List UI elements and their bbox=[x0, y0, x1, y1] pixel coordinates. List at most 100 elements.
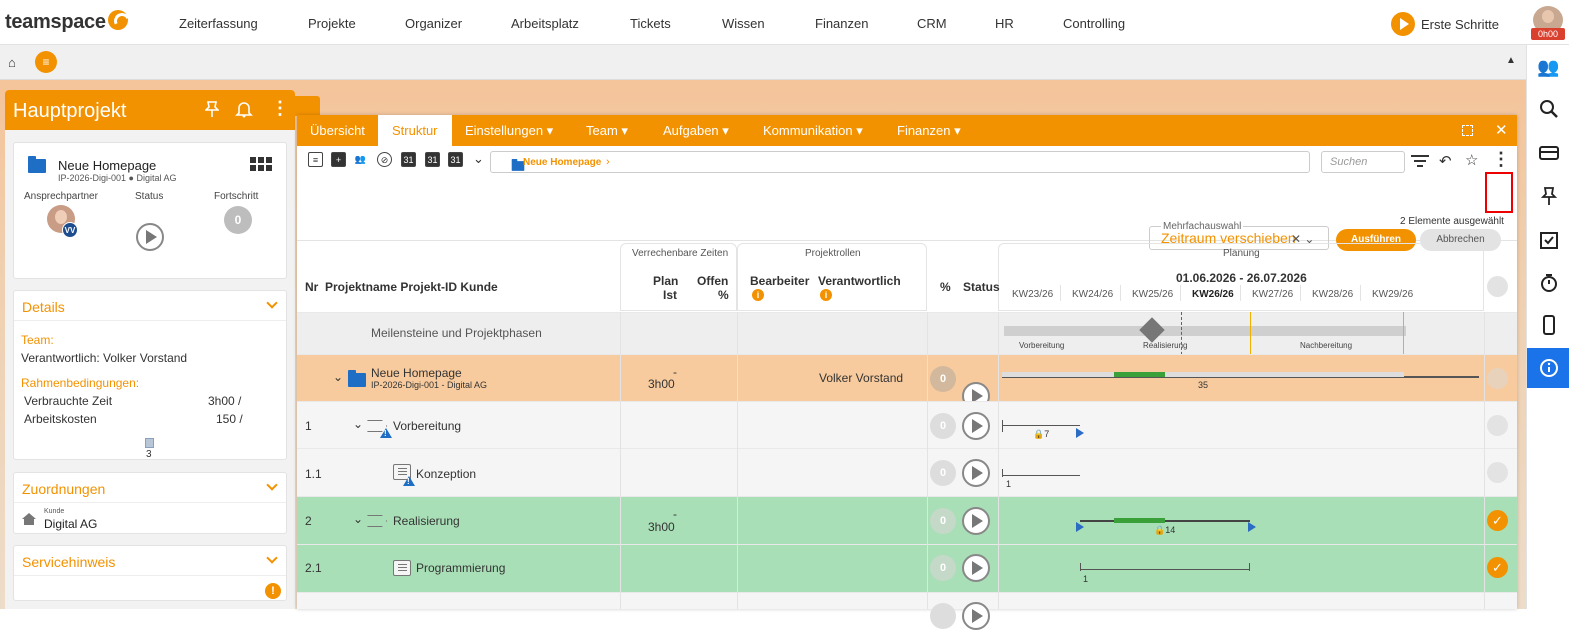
search-input[interactable]: Suchen bbox=[1321, 151, 1405, 173]
row-checked[interactable]: ✓ bbox=[1487, 557, 1508, 578]
close-icon[interactable]: ✕ bbox=[1495, 121, 1508, 139]
table-row-realisierung[interactable]: 2 ⌄ Realisierung - 3h00 0 🔒14 ✓ bbox=[297, 496, 1517, 544]
task-check-icon[interactable] bbox=[1527, 220, 1569, 260]
alert-icon[interactable]: ! bbox=[265, 583, 281, 599]
col-offen[interactable]: Offen bbox=[697, 274, 728, 288]
gantt-project-bar[interactable] bbox=[1002, 372, 1404, 377]
row-select[interactable] bbox=[1487, 462, 1508, 483]
calendar-week-icon[interactable]: 31 bbox=[425, 152, 440, 167]
tab-struktur[interactable]: Struktur bbox=[378, 115, 452, 146]
row-name[interactable]: Neue Homepage bbox=[371, 366, 462, 380]
select-all-toggle[interactable] bbox=[1487, 276, 1508, 297]
nav-tickets[interactable]: Tickets bbox=[630, 16, 671, 31]
more-vertical-icon[interactable]: ⋮ bbox=[1492, 149, 1510, 170]
star-icon[interactable]: ☆ bbox=[1465, 151, 1478, 169]
chevron-down-icon[interactable] bbox=[266, 479, 278, 491]
row-select[interactable] bbox=[1487, 415, 1508, 436]
more-vertical-icon[interactable]: ⋮ bbox=[271, 98, 289, 119]
home-icon[interactable]: ⌂ bbox=[8, 55, 16, 70]
chevron-down-icon[interactable]: ⌄ bbox=[473, 151, 484, 167]
col-nr[interactable]: Nr bbox=[305, 280, 318, 294]
info-icon[interactable] bbox=[1527, 348, 1569, 388]
hide-icon[interactable]: ⊘ bbox=[377, 152, 392, 167]
status-play-button[interactable] bbox=[136, 223, 164, 251]
stopwatch-icon[interactable] bbox=[1527, 263, 1569, 303]
pin-icon[interactable] bbox=[1527, 176, 1569, 216]
col-projectname[interactable]: Projektname Projekt-ID Kunde bbox=[325, 280, 498, 294]
teamspace-logo[interactable]: teamspace bbox=[5, 10, 128, 34]
row-status-play[interactable] bbox=[962, 554, 990, 582]
row-status-play[interactable] bbox=[962, 602, 990, 630]
table-row-programmierung[interactable]: 2.1 Programmierung 0 1 ✓ bbox=[297, 544, 1517, 592]
nav-organizer[interactable]: Organizer bbox=[405, 16, 462, 31]
row-checked[interactable]: ✓ bbox=[1487, 510, 1508, 531]
filter-icon[interactable] bbox=[1411, 154, 1429, 171]
row-name[interactable]: Realisierung bbox=[393, 514, 460, 528]
table-row-project[interactable]: ⌄ Neue Homepage IP-2026-Digi-001 - Digit… bbox=[297, 354, 1517, 410]
fullscreen-icon[interactable] bbox=[1462, 125, 1473, 136]
col-bearbeiter[interactable]: Bearbeiter bbox=[750, 274, 809, 288]
nav-projekte[interactable]: Projekte bbox=[308, 16, 356, 31]
details-header[interactable]: Details bbox=[14, 291, 286, 321]
nav-zeiterfassung[interactable]: Zeiterfassung bbox=[179, 16, 258, 31]
col-verantwortlich[interactable]: Verantwortlich bbox=[818, 274, 901, 288]
row-name[interactable]: Programmierung bbox=[416, 561, 505, 575]
kunde-value[interactable]: Digital AG bbox=[44, 517, 97, 531]
row-select[interactable] bbox=[1487, 368, 1508, 389]
erste-schritte-button[interactable]: Erste Schritte bbox=[1391, 12, 1499, 36]
row-status-play[interactable] bbox=[962, 459, 990, 487]
nav-arbeitsplatz[interactable]: Arbeitsplatz bbox=[511, 16, 579, 31]
project-name[interactable]: Neue Homepage bbox=[58, 158, 156, 173]
inbox-icon[interactable] bbox=[1527, 132, 1569, 172]
collapse-up-icon[interactable]: ▲ bbox=[1506, 55, 1516, 66]
calendar-icon[interactable]: 31 bbox=[401, 152, 416, 167]
calendar-move-icon[interactable]: 31 bbox=[448, 152, 463, 167]
table-row-vorbereitung[interactable]: 1 ⌄ Vorbereitung 0 🔒7 bbox=[297, 401, 1517, 448]
add-subitem-icon[interactable]: + bbox=[331, 152, 346, 167]
tab-team[interactable]: Team ▾ bbox=[586, 123, 628, 139]
zuordnungen-header[interactable]: Zuordnungen bbox=[14, 473, 286, 503]
row-status-play[interactable] bbox=[962, 507, 990, 535]
warning-icon[interactable] bbox=[380, 428, 392, 438]
chevron-down-icon[interactable]: ⌄ bbox=[333, 370, 343, 384]
grid-view-icon[interactable] bbox=[250, 157, 272, 174]
nav-crm[interactable]: CRM bbox=[917, 16, 947, 31]
undo-icon[interactable]: ↶ bbox=[1439, 152, 1452, 170]
row-status-play[interactable] bbox=[962, 412, 990, 440]
chevron-down-icon[interactable]: ⌄ bbox=[353, 512, 363, 526]
breadcrumb[interactable]: Neue Homepage › bbox=[490, 151, 1310, 173]
phase-bar-realisierung[interactable] bbox=[1084, 326, 1254, 336]
tab-aufgaben[interactable]: Aufgaben ▾ bbox=[663, 123, 729, 139]
nav-finanzen[interactable]: Finanzen bbox=[815, 16, 868, 31]
mobile-phone-icon[interactable] bbox=[1527, 305, 1569, 345]
phase-bar-nachbereitung[interactable] bbox=[1254, 326, 1406, 336]
team-assign-icon[interactable]: 👥 bbox=[353, 152, 368, 167]
col-plan[interactable]: Plan bbox=[653, 274, 678, 288]
tab-kommunikation[interactable]: Kommunikation ▾ bbox=[763, 123, 863, 139]
document-icon[interactable] bbox=[145, 438, 154, 448]
chevron-down-icon[interactable]: ⌄ bbox=[353, 417, 363, 431]
row-name[interactable]: Vorbereitung bbox=[393, 419, 461, 433]
list-view-icon[interactable]: ≡ bbox=[308, 152, 323, 167]
tab-einstellungen[interactable]: Einstellungen ▾ bbox=[465, 123, 553, 139]
breadcrumb-project[interactable]: Neue Homepage bbox=[523, 157, 601, 168]
table-row-konzeption[interactable]: 1.1 Konzeption 0 1 bbox=[297, 448, 1517, 496]
chevron-down-icon[interactable] bbox=[266, 297, 278, 309]
warning-icon[interactable] bbox=[403, 476, 415, 486]
pin-icon[interactable] bbox=[204, 100, 220, 123]
phase-bar-vorbereitung[interactable] bbox=[1004, 326, 1084, 336]
nav-hr[interactable]: HR bbox=[995, 16, 1014, 31]
search-icon[interactable] bbox=[1527, 89, 1569, 129]
chevron-down-icon[interactable] bbox=[266, 552, 278, 564]
nav-wissen[interactable]: Wissen bbox=[722, 16, 765, 31]
row-name[interactable]: Konzeption bbox=[416, 467, 476, 481]
bell-icon[interactable] bbox=[235, 100, 253, 123]
milestone-diamond[interactable] bbox=[1139, 317, 1165, 343]
nav-controlling[interactable]: Controlling bbox=[1063, 16, 1125, 31]
col-pct[interactable]: % bbox=[940, 280, 951, 294]
col-status[interactable]: Status bbox=[963, 280, 1000, 294]
tab-finanzen[interactable]: Finanzen ▾ bbox=[897, 123, 961, 139]
servicehinweis-header[interactable]: Servicehinweis bbox=[14, 546, 286, 576]
info-icon[interactable]: i bbox=[820, 289, 832, 301]
people-icon[interactable]: 👥 bbox=[1527, 47, 1569, 87]
